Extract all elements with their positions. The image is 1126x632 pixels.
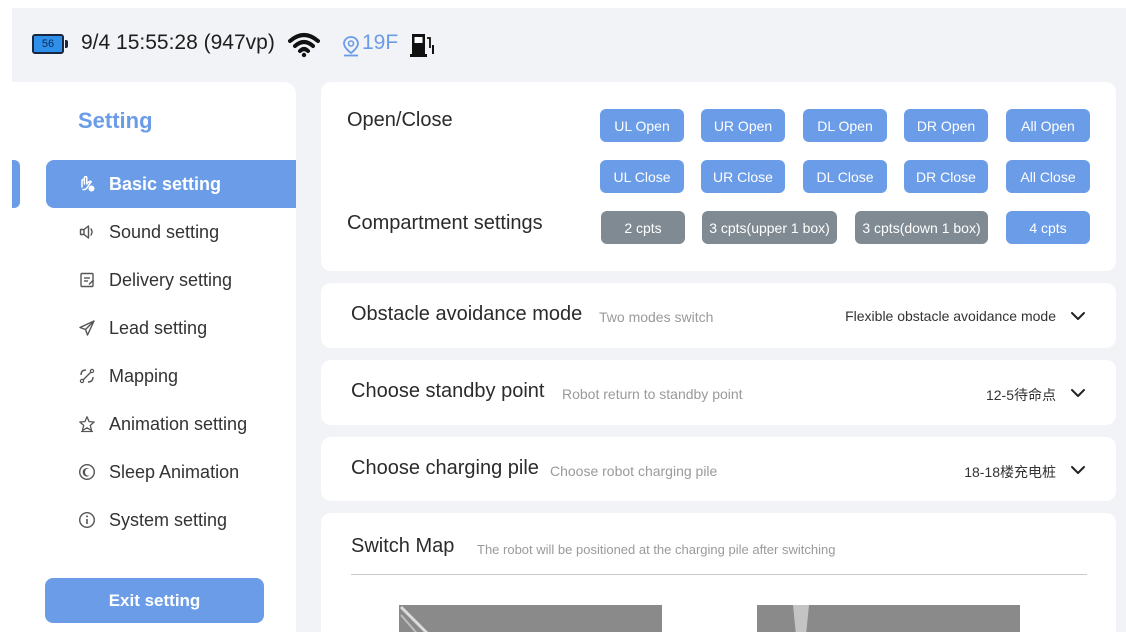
status-floor: 19F bbox=[362, 31, 399, 54]
battery-level: 56 bbox=[41, 38, 55, 50]
compartment-2cpts-button[interactable]: 2 cpts bbox=[601, 211, 685, 244]
compartment-4cpts-button[interactable]: 4 cpts bbox=[1006, 211, 1090, 244]
sidebar-item-system-setting[interactable]: System setting bbox=[46, 496, 296, 544]
star-icon bbox=[78, 415, 96, 433]
chevron-down-icon[interactable] bbox=[1070, 462, 1086, 478]
compartment-settings-label: Compartment settings bbox=[347, 212, 543, 234]
sidebar-item-sound-setting[interactable]: Sound setting bbox=[46, 208, 296, 256]
switch-map-title: Switch Map bbox=[351, 535, 455, 557]
divider bbox=[351, 574, 1087, 575]
dr-open-button[interactable]: DR Open bbox=[904, 109, 988, 142]
sidebar: Setting Basic setting Sound setting Deli… bbox=[12, 82, 296, 632]
sidebar-item-delivery-setting[interactable]: Delivery setting bbox=[46, 256, 296, 304]
mapping-icon bbox=[78, 367, 96, 385]
standby-point-hint: Robot return to standby point bbox=[562, 386, 743, 402]
sidebar-item-sleep-animation[interactable]: Sleep Animation bbox=[46, 448, 296, 496]
clipboard-icon bbox=[78, 271, 96, 289]
open-close-label: Open/Close bbox=[347, 109, 453, 131]
app-frame: 56 9/4 15:55:28 (947vp) 19F Setting Basi… bbox=[12, 8, 1126, 632]
sidebar-item-label: Sound setting bbox=[109, 221, 220, 242]
standby-point-title: Choose standby point bbox=[351, 380, 545, 402]
switch-map-card: Switch Map The robot will be positioned … bbox=[321, 513, 1116, 632]
moon-icon bbox=[78, 463, 96, 481]
sidebar-item-label: Mapping bbox=[109, 365, 179, 386]
ul-open-button[interactable]: UL Open bbox=[600, 109, 684, 142]
switch-map-hint: The robot will be positioned at the char… bbox=[477, 542, 836, 557]
status-datetime: 9/4 15:55:28 (947vp) bbox=[81, 31, 275, 54]
charging-pile-hint: Choose robot charging pile bbox=[550, 463, 718, 479]
sidebar-item-label: Delivery setting bbox=[109, 269, 233, 290]
info-icon bbox=[78, 511, 96, 529]
exit-setting-button[interactable]: Exit setting bbox=[45, 578, 264, 623]
sidebar-item-animation-setting[interactable]: Animation setting bbox=[46, 400, 296, 448]
all-open-button[interactable]: All Open bbox=[1006, 109, 1090, 142]
battery-tip bbox=[65, 40, 68, 48]
speaker-icon bbox=[78, 223, 96, 241]
sidebar-item-basic-setting[interactable]: Basic setting bbox=[46, 160, 296, 208]
map-thumbnail[interactable] bbox=[757, 605, 1020, 632]
map-thumbnail[interactable] bbox=[399, 605, 662, 632]
map-preview-graphic bbox=[399, 605, 429, 632]
dl-open-button[interactable]: DL Open bbox=[803, 109, 887, 142]
ur-close-button[interactable]: UR Close bbox=[701, 160, 785, 193]
sidebar-item-label: Basic setting bbox=[109, 173, 222, 194]
chevron-down-icon[interactable] bbox=[1070, 385, 1086, 401]
ur-open-button[interactable]: UR Open bbox=[701, 109, 785, 142]
chevron-down-icon[interactable] bbox=[1070, 308, 1086, 324]
status-bar: 56 9/4 15:55:28 (947vp) 19F bbox=[12, 8, 1126, 82]
sidebar-item-label: System setting bbox=[109, 509, 228, 530]
obstacle-avoidance-title: Obstacle avoidance mode bbox=[351, 303, 583, 325]
sidebar-item-label: Animation setting bbox=[109, 413, 248, 434]
compartment-3cpts-down-button[interactable]: 3 cpts(down 1 box) bbox=[855, 211, 988, 244]
active-marker bbox=[12, 160, 20, 208]
sidebar-item-label: Sleep Animation bbox=[109, 461, 240, 482]
compartment-3cpts-upper-button[interactable]: 3 cpts(upper 1 box) bbox=[702, 211, 837, 244]
charging-pile-row[interactable]: Choose charging pile Choose robot chargi… bbox=[321, 437, 1116, 501]
sidebar-item-lead-setting[interactable]: Lead setting bbox=[46, 304, 296, 352]
charging-pile-value: 18-18楼充电桩 bbox=[964, 464, 1056, 480]
standby-point-row[interactable]: Choose standby point Robot return to sta… bbox=[321, 360, 1116, 425]
dl-close-button[interactable]: DL Close bbox=[803, 160, 887, 193]
sidebar-title: Setting bbox=[78, 108, 153, 133]
map-preview-graphic bbox=[793, 605, 809, 632]
ul-close-button[interactable]: UL Close bbox=[600, 160, 684, 193]
obstacle-avoidance-value: Flexible obstacle avoidance mode bbox=[845, 308, 1056, 324]
paper-plane-icon bbox=[78, 319, 96, 337]
all-close-button[interactable]: All Close bbox=[1006, 160, 1090, 193]
open-close-card: Open/Close UL Open UR Open DL Open DR Op… bbox=[321, 82, 1116, 271]
sidebar-item-mapping[interactable]: Mapping bbox=[46, 352, 296, 400]
obstacle-avoidance-hint: Two modes switch bbox=[599, 309, 714, 325]
battery-icon: 56 bbox=[32, 34, 64, 54]
hand-icon bbox=[78, 175, 96, 193]
wifi-icon bbox=[288, 33, 320, 58]
charging-pile-icon bbox=[410, 34, 434, 57]
sidebar-item-label: Lead setting bbox=[109, 317, 208, 338]
location-pin-icon bbox=[343, 36, 359, 57]
dr-close-button[interactable]: DR Close bbox=[904, 160, 988, 193]
obstacle-avoidance-row[interactable]: Obstacle avoidance mode Two modes switch… bbox=[321, 283, 1116, 348]
charging-pile-title: Choose charging pile bbox=[351, 457, 539, 479]
standby-point-value: 12-5待命点 bbox=[985, 387, 1056, 403]
